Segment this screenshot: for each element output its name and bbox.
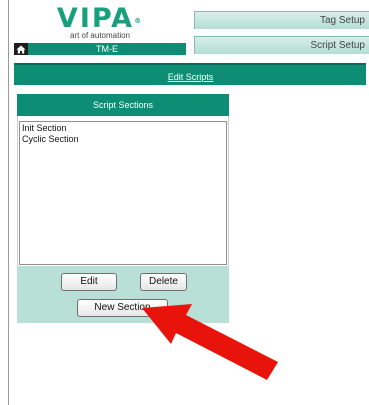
vipa-logo: VIPA® art of automation bbox=[14, 3, 186, 42]
list-item-cyclic-section[interactable]: Cyclic Section bbox=[22, 134, 224, 145]
device-bar: TM-E bbox=[14, 43, 186, 55]
red-arrow-annotation bbox=[142, 304, 278, 380]
list-item-init-section[interactable]: Init Section bbox=[22, 123, 224, 134]
script-sections-list[interactable]: Init Section Cyclic Section bbox=[19, 121, 227, 265]
device-name: TM-E bbox=[96, 44, 118, 54]
home-icon[interactable] bbox=[14, 43, 28, 55]
edit-scripts-bar: Edit Scripts bbox=[14, 63, 367, 85]
left-border-line bbox=[8, 0, 9, 405]
delete-button[interactable]: Delete bbox=[140, 273, 187, 291]
logo-registered-mark: ® bbox=[134, 17, 144, 25]
tab-script-setup[interactable]: Script Setup bbox=[194, 36, 369, 54]
edit-scripts-link[interactable]: Edit Scripts bbox=[168, 72, 214, 82]
tab-tag-setup[interactable]: Tag Setup bbox=[194, 11, 369, 29]
script-sections-header: Script Sections bbox=[17, 94, 229, 116]
logo-brand: VIPA bbox=[56, 3, 135, 34]
logo-tagline: art of automation bbox=[69, 31, 131, 40]
edit-button[interactable]: Edit bbox=[61, 273, 117, 291]
